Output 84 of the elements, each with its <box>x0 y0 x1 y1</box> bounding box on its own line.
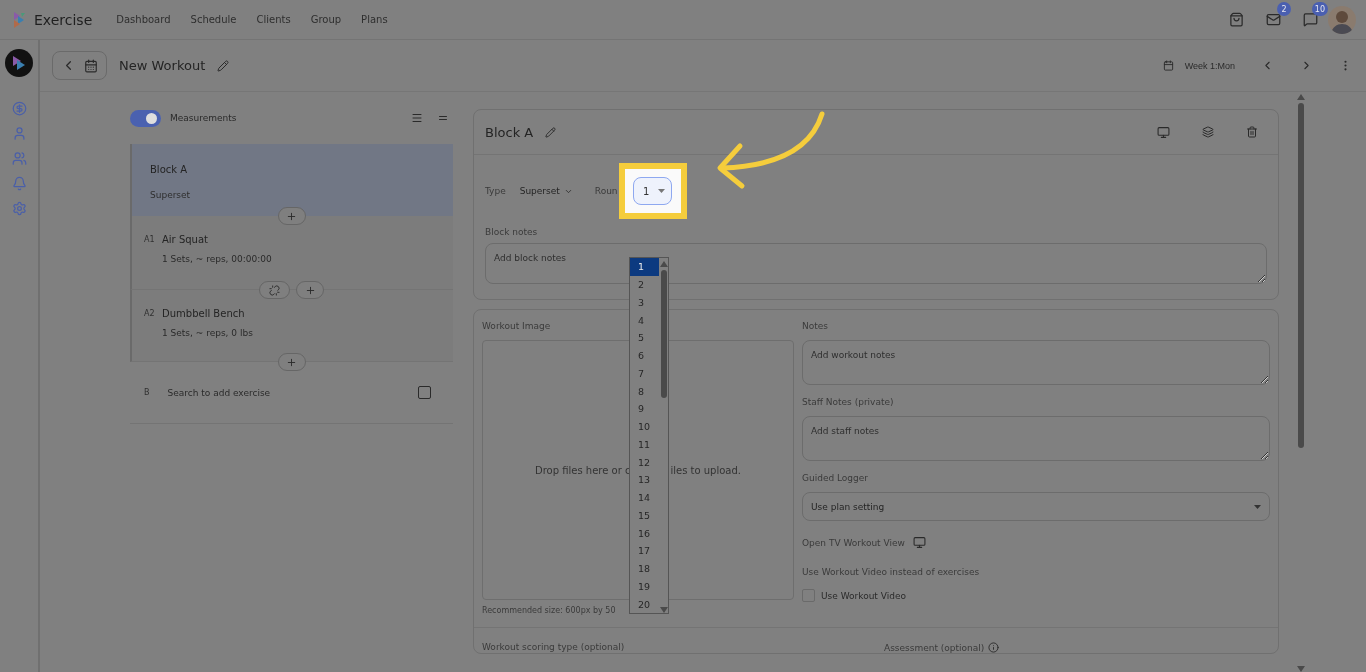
field-label: Guided Logger <box>802 473 870 483</box>
dropdown-option[interactable]: 14 <box>630 488 659 507</box>
rounds-select[interactable]: 1 <box>633 177 673 205</box>
search-field[interactable]: Search to add exercise <box>165 386 418 399</box>
notes-field[interactable]: Add workout notes <box>802 340 1270 385</box>
app-title: Exercise <box>34 11 93 28</box>
exercise-detail: 1 Sets, ~ reps, 00:00:00 <box>162 254 273 264</box>
field-label: Use Workout Video instead of exercises <box>802 567 981 577</box>
pencil-icon[interactable] <box>545 126 557 138</box>
checkbox-label: Use Workout Video <box>821 590 906 601</box>
pencil-icon[interactable] <box>217 59 230 72</box>
field-label: Workout scoring type (optional) <box>482 642 626 652</box>
dropdown-option[interactable]: 9 <box>630 400 659 418</box>
layers-icon[interactable] <box>1202 126 1214 138</box>
broken-link-icon <box>269 284 280 296</box>
rounds-label: Roun <box>594 186 618 196</box>
dropdown-option[interactable]: 18 <box>630 559 659 578</box>
dropdown-option[interactable]: 10 <box>630 417 659 436</box>
menu-icon[interactable] <box>411 112 423 124</box>
nav-link[interactable]: Dashboard <box>116 14 171 25</box>
dropdown-option[interactable]: 3 <box>630 293 659 312</box>
dropdown-option[interactable]: 16 <box>630 524 659 542</box>
dropdown-option[interactable]: 6 <box>630 346 659 365</box>
caret-icon <box>658 189 666 193</box>
dropdown-option[interactable]: 8 <box>630 382 659 400</box>
nav-link[interactable]: Group <box>310 14 342 25</box>
calendar-icon[interactable] <box>84 58 98 73</box>
chat-icon[interactable] <box>1303 12 1318 27</box>
exercise-name: Air Squat <box>162 234 209 245</box>
page-title: New Workout <box>119 58 206 73</box>
add-button[interactable] <box>277 353 306 371</box>
exercise-index: B <box>144 388 150 397</box>
notification-badge: 2 <box>1277 2 1291 16</box>
week-selector[interactable]: Week 1:Mon <box>1178 59 1241 72</box>
mail-icon[interactable] <box>1266 12 1281 27</box>
block-type: Superset <box>150 190 191 200</box>
plus-icon <box>286 210 297 222</box>
dropdown-option[interactable]: 13 <box>630 471 659 489</box>
exercise-index: A1 <box>144 235 156 244</box>
plus-icon <box>286 356 297 368</box>
dropdown-option[interactable]: 11 <box>630 435 659 454</box>
type-label: Type <box>485 186 506 196</box>
dropdown-option[interactable]: 19 <box>630 577 659 596</box>
staff-notes-field[interactable]: Add staff notes <box>802 416 1270 461</box>
plus-icon <box>304 284 316 296</box>
dropdown-option[interactable]: 12 <box>630 453 659 471</box>
nav-link[interactable]: Schedule <box>190 14 237 25</box>
shopping-bag-icon[interactable] <box>1229 12 1244 27</box>
dropdown-option[interactable]: 7 <box>630 364 659 383</box>
caret-icon <box>1254 504 1261 509</box>
dropdown-option[interactable]: 15 <box>630 506 659 525</box>
dropdown-option[interactable]: 4 <box>630 311 659 329</box>
nav-link[interactable]: Clients <box>256 14 291 25</box>
measurements-toggle[interactable] <box>130 109 161 127</box>
checkbox[interactable] <box>418 386 431 399</box>
monitor-icon[interactable] <box>912 536 926 549</box>
logo-icon[interactable] <box>5 49 33 77</box>
block-title: Block A <box>485 124 534 140</box>
toggle-label: Measurements <box>170 113 237 123</box>
dropdown-option[interactable]: 17 <box>630 542 659 560</box>
exercise-index: A2 <box>144 309 156 318</box>
exercise-detail: 1 Sets, ~ reps, 0 lbs <box>162 328 254 338</box>
field-label: Workout Image <box>482 321 552 331</box>
trash-icon[interactable] <box>1246 126 1258 138</box>
calendar-icon[interactable] <box>1162 60 1174 71</box>
info-icon[interactable] <box>988 642 1000 653</box>
user-avatar[interactable] <box>1328 5 1356 34</box>
monitor-icon[interactable] <box>1157 125 1170 139</box>
block-card[interactable]: Block A Superset <box>130 144 453 216</box>
field-label: Staff Notes (private) <box>802 397 895 407</box>
drop-text: iles to upload. <box>670 464 741 476</box>
field-label: Assessment (optional) <box>884 642 985 653</box>
nav-link[interactable]: Plans <box>361 14 388 25</box>
field-label: Notes <box>802 321 829 331</box>
block-title: Block A <box>150 164 189 175</box>
notification-badge: 10 <box>1311 2 1328 16</box>
type-select[interactable]: Superset <box>519 186 573 196</box>
field-label: Block notes <box>485 227 539 237</box>
exercise-name: Dumbbell Bench <box>162 308 246 319</box>
size-hint: Recommended size: 600px by 50 <box>482 606 617 615</box>
tv-view-label: Open TV Workout View <box>802 537 905 548</box>
dropdown-option[interactable]: 1 <box>630 258 659 276</box>
logo-icon <box>12 10 28 29</box>
guided-logger-select[interactable]: Use plan setting <box>802 492 1270 521</box>
